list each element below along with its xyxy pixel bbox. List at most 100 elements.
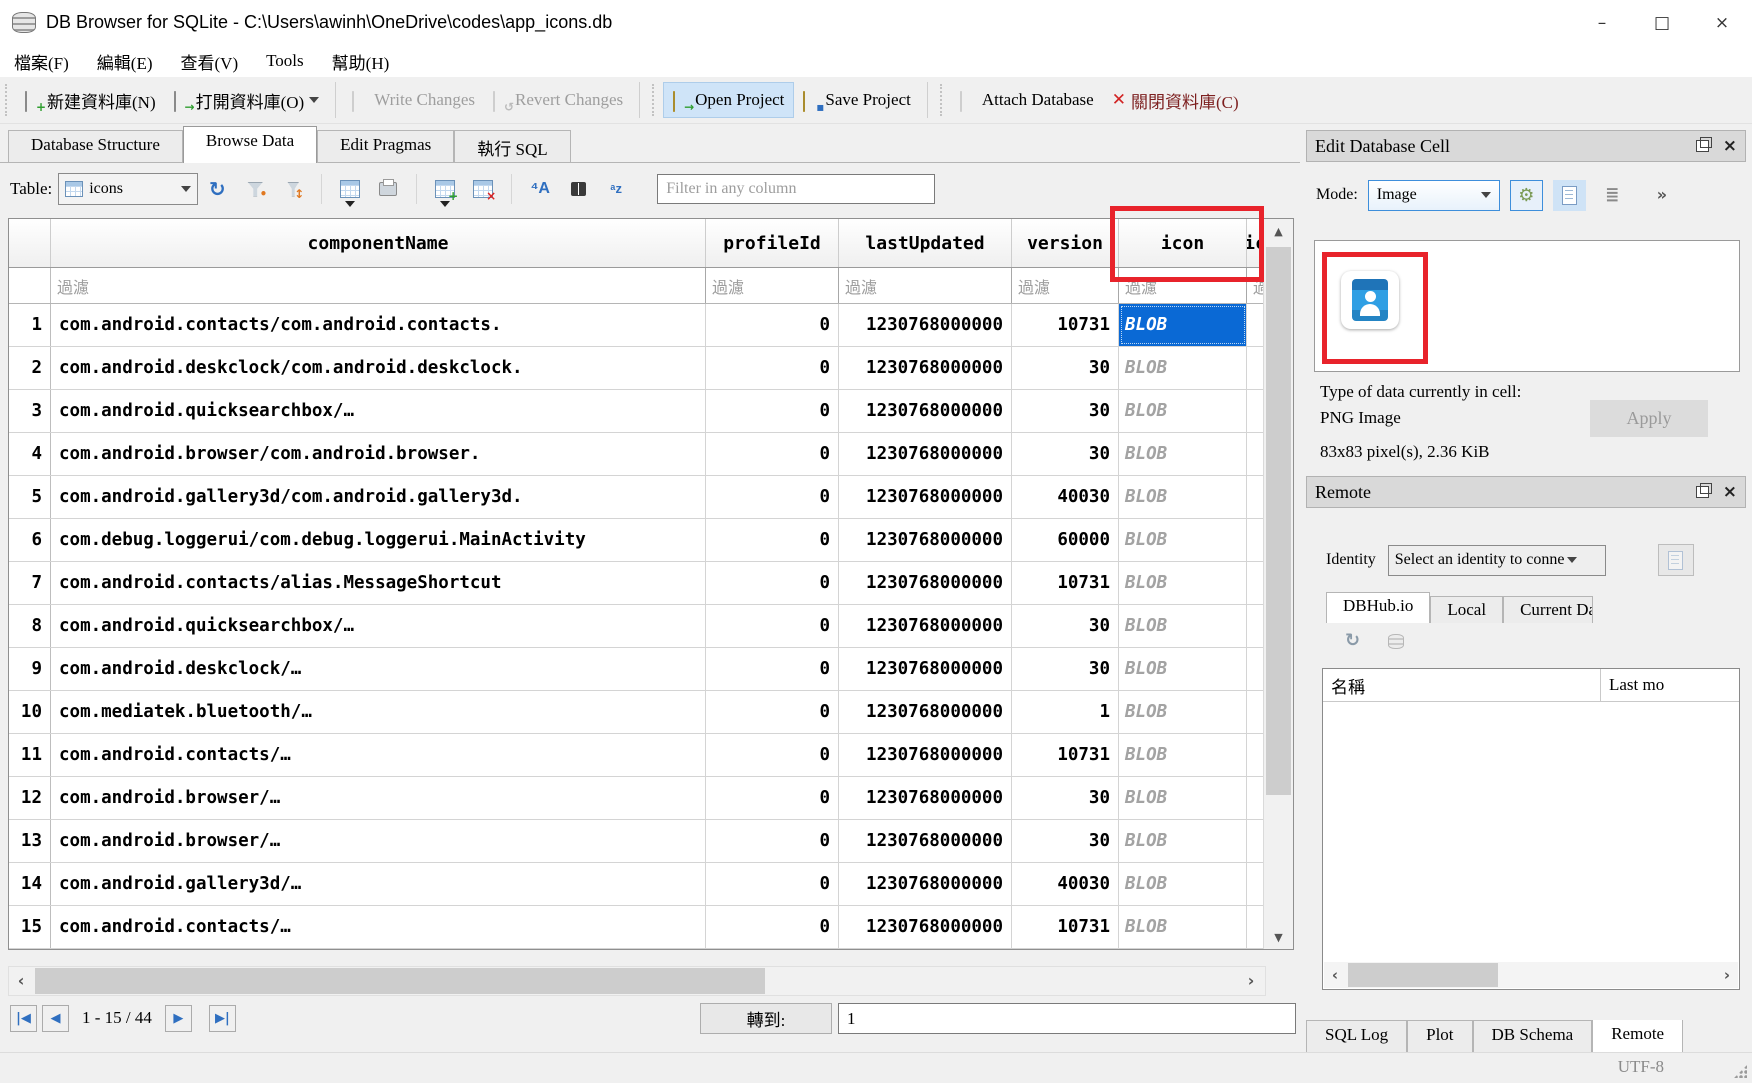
cell-icon-blob[interactable]: BLOB xyxy=(1119,476,1247,518)
goto-button[interactable]: 轉到: xyxy=(700,1003,832,1034)
cell-icon-blob[interactable]: BLOB xyxy=(1119,519,1247,561)
font-button[interactable]: ⁴A xyxy=(528,176,552,202)
save-table-button[interactable] xyxy=(338,176,362,202)
menu-tools[interactable]: Tools xyxy=(252,51,318,71)
cell-icon-blob[interactable]: BLOB xyxy=(1119,605,1247,647)
refresh-button[interactable]: ↻ xyxy=(205,176,229,202)
cell-componentName[interactable]: com.android.quicksearchbox/… xyxy=(51,605,706,647)
cell-icon-blob[interactable]: BLOB xyxy=(1119,648,1247,690)
filter-input-componentName[interactable]: 過濾 xyxy=(51,268,706,303)
cell-partial[interactable] xyxy=(1247,906,1263,948)
cell-icon-blob[interactable]: BLOB xyxy=(1119,906,1247,948)
tab-database-structure[interactable]: Database Structure xyxy=(8,130,183,163)
cell-version[interactable]: 30 xyxy=(1012,433,1119,475)
close-database-button[interactable]: ✕ 關閉資料庫(C) xyxy=(1103,81,1248,120)
table-row[interactable]: 10 com.mediatek.bluetooth/… 0 1230768000… xyxy=(9,691,1263,734)
minimize-button[interactable]: – xyxy=(1572,0,1632,45)
filter-input-profileId[interactable]: 過濾 xyxy=(706,268,839,303)
dock-tab-plot[interactable]: Plot xyxy=(1407,1020,1472,1053)
column-header-componentName[interactable]: componentName xyxy=(51,219,706,267)
table-row[interactable]: 4 com.android.browser/com.android.browse… xyxy=(9,433,1263,476)
chevron-down-icon[interactable] xyxy=(345,201,355,212)
table-row[interactable]: 2 com.android.deskclock/com.android.desk… xyxy=(9,347,1263,390)
cell-componentName[interactable]: com.android.contacts/com.android.contact… xyxy=(51,304,706,346)
cell-lastUpdated[interactable]: 1230768000000 xyxy=(839,433,1012,475)
cell-profileId[interactable]: 0 xyxy=(706,476,839,518)
open-project-button[interactable]: → Open Project xyxy=(663,82,794,118)
word-wrap-button[interactable]: ≣ xyxy=(1596,180,1629,211)
import-data-button[interactable]: ⚙ xyxy=(1510,180,1543,211)
text-mode-button[interactable] xyxy=(1553,180,1586,211)
menu-view[interactable]: 查看(V) xyxy=(167,49,253,74)
cell-profileId[interactable]: 0 xyxy=(706,390,839,432)
cell-partial[interactable] xyxy=(1247,433,1263,475)
mode-select[interactable]: Image xyxy=(1368,180,1500,211)
scroll-right-icon[interactable]: › xyxy=(1716,968,1738,983)
previous-record-button[interactable]: ◀ xyxy=(42,1005,69,1032)
cell-partial[interactable] xyxy=(1247,605,1263,647)
cell-partial[interactable] xyxy=(1247,691,1263,733)
cell-version[interactable]: 1 xyxy=(1012,691,1119,733)
cell-componentName[interactable]: com.android.gallery3d/… xyxy=(51,863,706,905)
remote-list-scrollbar[interactable]: ‹ › xyxy=(1324,962,1738,988)
open-database-button[interactable]: → 打開資料庫(O) xyxy=(165,81,329,120)
cell-profileId[interactable]: 0 xyxy=(706,605,839,647)
cell-lastUpdated[interactable]: 1230768000000 xyxy=(839,390,1012,432)
float-panel-icon[interactable] xyxy=(1696,140,1709,152)
scroll-right-icon[interactable]: › xyxy=(1239,967,1263,995)
column-header-profileId[interactable]: profileId xyxy=(706,219,839,267)
column-header-icon[interactable]: icon xyxy=(1119,219,1247,267)
cell-profileId[interactable]: 0 xyxy=(706,519,839,561)
cell-profileId[interactable]: 0 xyxy=(706,777,839,819)
dock-tab-sql-log[interactable]: SQL Log xyxy=(1306,1020,1407,1053)
cell-profileId[interactable]: 0 xyxy=(706,433,839,475)
close-button[interactable]: × xyxy=(1692,0,1752,45)
column-header-version[interactable]: version xyxy=(1012,219,1119,267)
cell-icon-blob[interactable]: BLOB xyxy=(1119,734,1247,776)
goto-record-input[interactable] xyxy=(838,1003,1296,1034)
cell-componentName[interactable]: com.android.contacts/… xyxy=(51,906,706,948)
cell-partial[interactable] xyxy=(1247,820,1263,862)
revert-changes-button[interactable]: ↺ Revert Changes xyxy=(484,83,632,117)
cell-lastUpdated[interactable]: 1230768000000 xyxy=(839,562,1012,604)
cell-lastUpdated[interactable]: 1230768000000 xyxy=(839,820,1012,862)
new-database-button[interactable]: + 新建資料庫(N) xyxy=(16,81,165,120)
scroll-left-icon[interactable]: ‹ xyxy=(1324,968,1346,983)
cell-partial[interactable] xyxy=(1247,863,1263,905)
cell-version[interactable]: 60000 xyxy=(1012,519,1119,561)
cell-lastUpdated[interactable]: 1230768000000 xyxy=(839,734,1012,776)
filter-input-partial[interactable]: 過濾 xyxy=(1247,268,1263,303)
column-header-lastUpdated[interactable]: lastUpdated xyxy=(839,219,1012,267)
cell-partial[interactable] xyxy=(1247,304,1263,346)
clear-filters-button[interactable]: • xyxy=(243,176,267,202)
cell-icon-blob[interactable]: BLOB xyxy=(1119,691,1247,733)
table-row[interactable]: 9 com.android.deskclock/… 0 123076800000… xyxy=(9,648,1263,691)
cell-lastUpdated[interactable]: 1230768000000 xyxy=(839,519,1012,561)
menu-edit[interactable]: 編輯(E) xyxy=(83,49,167,74)
filter-any-column-input[interactable] xyxy=(657,174,935,204)
cell-icon-blob[interactable]: BLOB xyxy=(1119,304,1247,346)
cell-version[interactable]: 30 xyxy=(1012,777,1119,819)
cell-icon-blob[interactable]: BLOB xyxy=(1119,820,1247,862)
cell-version[interactable]: 30 xyxy=(1012,605,1119,647)
cell-lastUpdated[interactable]: 1230768000000 xyxy=(839,777,1012,819)
cell-profileId[interactable]: 0 xyxy=(706,562,839,604)
cell-lastUpdated[interactable]: 1230768000000 xyxy=(839,691,1012,733)
horizontal-scrollbar-thumb[interactable] xyxy=(35,968,765,994)
table-row[interactable]: 5 com.android.gallery3d/com.android.gall… xyxy=(9,476,1263,519)
cell-profileId[interactable]: 0 xyxy=(706,820,839,862)
scrollbar-thumb[interactable] xyxy=(1348,963,1498,987)
cell-profileId[interactable]: 0 xyxy=(706,863,839,905)
cell-lastUpdated[interactable]: 1230768000000 xyxy=(839,304,1012,346)
cell-partial[interactable] xyxy=(1247,734,1263,776)
cell-partial[interactable] xyxy=(1247,777,1263,819)
cell-icon-blob[interactable]: BLOB xyxy=(1119,390,1247,432)
remote-database-icon[interactable] xyxy=(1388,634,1404,649)
last-record-button[interactable]: ▶| xyxy=(209,1005,236,1032)
tab-browse-data[interactable]: Browse Data xyxy=(183,126,317,163)
save-filter-button[interactable]: ↕ xyxy=(281,176,305,202)
maximize-button[interactable]: □ xyxy=(1632,0,1692,45)
write-changes-button[interactable]: Write Changes xyxy=(343,83,484,117)
cell-lastUpdated[interactable]: 1230768000000 xyxy=(839,605,1012,647)
cell-componentName[interactable]: com.android.quicksearchbox/… xyxy=(51,390,706,432)
